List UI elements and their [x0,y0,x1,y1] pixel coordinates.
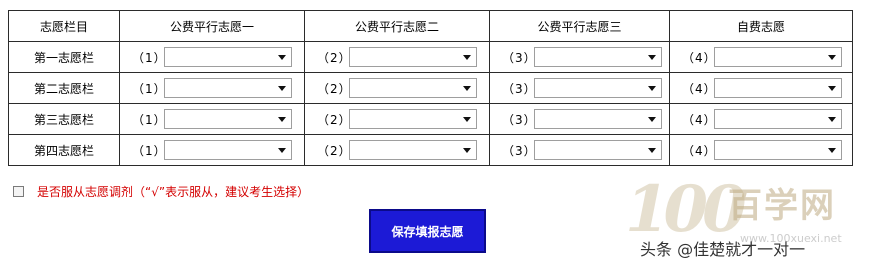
dropdown-arrow-icon [648,148,656,153]
dropdown-arrow-icon [648,117,656,122]
choice-number: （3） [502,112,537,127]
choice-number: （4） [682,143,717,158]
header-public-choice-3: 公费平行志愿三 [489,10,670,42]
choice-number: （2） [317,81,352,96]
school-select[interactable] [349,47,477,67]
header-public-choice-2: 公费平行志愿二 [304,10,490,42]
choice-number: （4） [682,112,717,127]
adjust-checkbox[interactable] [13,186,24,197]
table-row: 第四志愿栏 （1） （2） （3） （4） [8,134,853,166]
school-select[interactable] [534,109,662,129]
choice-number: （2） [317,50,352,65]
school-select[interactable] [714,47,842,67]
table-header-row: 志愿栏目 公费平行志愿一 公费平行志愿二 公费平行志愿三 自费志愿 [8,10,853,42]
row-label: 第二志愿栏 [8,72,120,104]
choice-number: （1） [132,112,167,127]
choice-number: （3） [502,81,537,96]
save-volunteer-button[interactable]: 保存填报志愿 [369,209,486,253]
row-label: 第一志愿栏 [8,41,120,73]
dropdown-arrow-icon [278,117,286,122]
dropdown-arrow-icon [828,86,836,91]
school-select[interactable] [349,140,477,160]
volunteer-table: 志愿栏目 公费平行志愿一 公费平行志愿二 公费平行志愿三 自费志愿 第一志愿栏 … [8,10,853,166]
row-label: 第四志愿栏 [8,134,120,166]
school-select[interactable] [164,140,292,160]
choice-number: （1） [132,143,167,158]
table-row: 第二志愿栏 （1） （2） （3） （4） [8,72,853,104]
watermark-site-name: 百学网 [728,186,836,226]
header-self-funded: 自费志愿 [669,10,853,42]
choice-number: （1） [132,81,167,96]
school-select[interactable] [714,78,842,98]
choice-number: （3） [502,143,537,158]
dropdown-arrow-icon [278,148,286,153]
dropdown-arrow-icon [648,55,656,60]
school-select[interactable] [534,47,662,67]
school-select[interactable] [714,109,842,129]
school-select[interactable] [534,78,662,98]
school-select[interactable] [164,78,292,98]
dropdown-arrow-icon [828,117,836,122]
row-label: 第三志愿栏 [8,103,120,135]
choice-number: （4） [682,50,717,65]
dropdown-arrow-icon [828,55,836,60]
dropdown-arrow-icon [463,117,471,122]
watermark-author: 头条 @佳楚就才一对一 [640,240,806,259]
school-select[interactable] [164,47,292,67]
dropdown-arrow-icon [463,148,471,153]
dropdown-arrow-icon [463,55,471,60]
adjust-label: 是否服从志愿调剂（“√”表示服从，建议考生选择） [37,185,310,199]
choice-number: （2） [317,143,352,158]
choice-number: （1） [132,50,167,65]
dropdown-arrow-icon [648,86,656,91]
adjust-consent: 是否服从志愿调剂（“√”表示服从，建议考生选择） [13,183,309,200]
school-select[interactable] [534,140,662,160]
school-select[interactable] [164,109,292,129]
dropdown-arrow-icon [463,86,471,91]
header-public-choice-1: 公费平行志愿一 [119,10,305,42]
choice-number: （3） [502,50,537,65]
choice-number: （2） [317,112,352,127]
school-select[interactable] [714,140,842,160]
dropdown-arrow-icon [278,55,286,60]
dropdown-arrow-icon [278,86,286,91]
school-select[interactable] [349,109,477,129]
table-row: 第三志愿栏 （1） （2） （3） （4） [8,103,853,135]
table-row: 第一志愿栏 （1） （2） （3） （4） [8,41,853,73]
school-select[interactable] [349,78,477,98]
choice-number: （4） [682,81,717,96]
dropdown-arrow-icon [828,148,836,153]
header-category: 志愿栏目 [8,10,120,42]
